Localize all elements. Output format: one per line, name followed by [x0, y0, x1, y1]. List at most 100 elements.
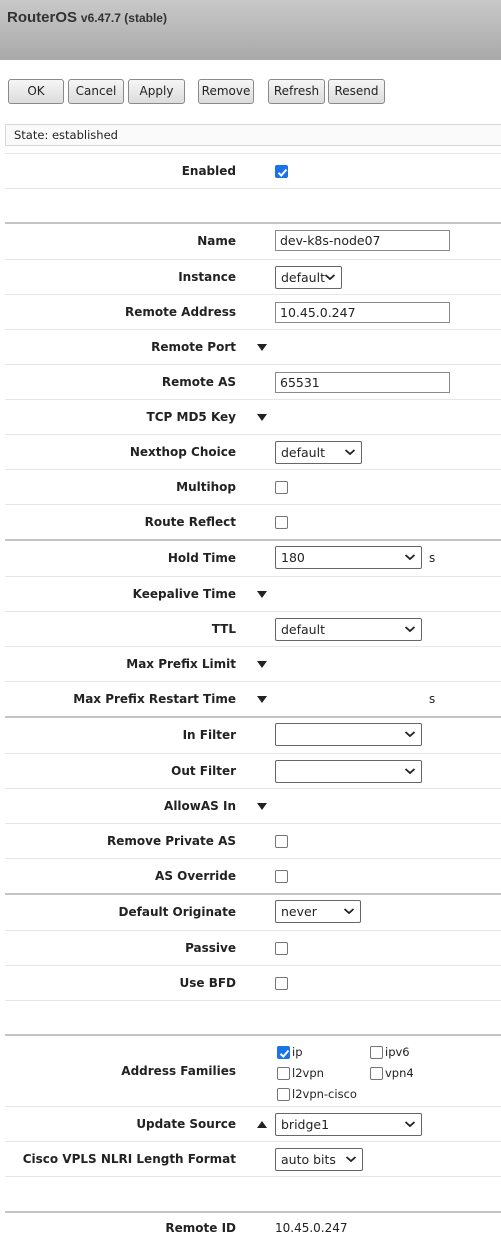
cisco-vpls-label: Cisco VPLS NLRI Length Format [22, 1152, 236, 1166]
af-vpn4-label: vpn4 [385, 1066, 414, 1080]
remove-button[interactable]: Remove [198, 79, 254, 104]
max-prefix-restart-time-label: Max Prefix Restart Time [73, 692, 236, 706]
row-remove-private-as: Remove Private AS [5, 823, 501, 858]
hold-time-unit: s [429, 550, 436, 565]
expand-triangle-icon[interactable] [257, 660, 267, 668]
chevron-down-icon [404, 554, 416, 561]
remove-private-as-checkbox[interactable] [275, 834, 288, 848]
af-option-l2vpn[interactable]: l2vpn [277, 1066, 324, 1080]
chevron-down-icon [344, 448, 356, 455]
expand-triangle-icon[interactable] [257, 413, 267, 421]
row-remote-address: Remote Address 10.45.0.247 [5, 294, 501, 329]
out-filter-label: Out Filter [171, 764, 236, 778]
multihop-label: Multihop [176, 480, 236, 494]
ttl-label: TTL [211, 622, 236, 636]
af-ip-checkbox[interactable] [277, 1045, 290, 1059]
af-l2vpn-cisco-checkbox[interactable] [277, 1087, 290, 1101]
name-label: Name [197, 233, 236, 248]
af-ipv6-checkbox[interactable] [370, 1045, 383, 1059]
af-option-ipv6[interactable]: ipv6 [370, 1045, 410, 1059]
row-in-filter: In Filter [5, 716, 501, 751]
instance-label: Instance [178, 270, 236, 284]
in-filter-label: In Filter [182, 727, 236, 742]
af-l2vpn-cisco-label: l2vpn-cisco [292, 1087, 357, 1101]
af-option-l2vpn-cisco[interactable]: l2vpn-cisco [277, 1087, 357, 1101]
remote-address-label: Remote Address [125, 305, 236, 319]
chevron-down-icon [324, 273, 336, 280]
af-vpn4-checkbox[interactable] [370, 1066, 383, 1080]
af-l2vpn-label: l2vpn [292, 1066, 324, 1080]
ttl-select[interactable]: default [275, 617, 422, 641]
remote-id-value: 10.45.0.247 [275, 1221, 348, 1235]
app-title: RouterOS v6.47.7 (stable) [7, 9, 167, 26]
default-originate-value: never [281, 904, 317, 919]
keepalive-time-label: Keepalive Time [132, 587, 236, 601]
route-reflect-label: Route Reflect [144, 515, 236, 529]
chevron-down-icon [404, 625, 416, 632]
expand-triangle-icon[interactable] [257, 343, 267, 351]
max-prefix-limit-label: Max Prefix Limit [126, 657, 236, 671]
ok-button[interactable]: OK [8, 79, 64, 104]
row-remote-as: Remote AS 65531 [5, 364, 501, 399]
row-cisco-vpls: Cisco VPLS NLRI Length Format auto bits [5, 1141, 501, 1176]
collapse-triangle-icon[interactable] [257, 1120, 267, 1128]
address-families-label: Address Families [121, 1064, 236, 1078]
expand-triangle-icon[interactable] [257, 802, 267, 810]
row-out-filter: Out Filter [5, 753, 501, 788]
row-max-prefix-limit: Max Prefix Limit [5, 646, 501, 681]
update-source-label: Update Source [136, 1117, 236, 1131]
remote-port-label: Remote Port [151, 340, 236, 354]
row-spacer [5, 1176, 501, 1211]
af-l2vpn-checkbox[interactable] [277, 1066, 290, 1080]
row-ttl: TTL default [5, 611, 501, 646]
row-as-override: AS Override [5, 858, 501, 893]
row-route-reflect: Route Reflect [5, 504, 501, 539]
hold-time-value: 180 [281, 550, 305, 565]
ttl-value: default [281, 621, 325, 637]
row-spacer [5, 188, 501, 223]
update-source-value: bridge1 [281, 1116, 330, 1132]
af-option-vpn4[interactable]: vpn4 [370, 1066, 414, 1080]
passive-checkbox[interactable] [275, 941, 288, 955]
row-keepalive-time: Keepalive Time [5, 576, 501, 611]
brand-name: RouterOS [7, 9, 78, 26]
as-override-checkbox[interactable] [275, 869, 288, 883]
name-input[interactable]: dev-k8s-node07 [275, 230, 450, 251]
app-header: RouterOS v6.47.7 (stable) [0, 0, 501, 60]
nexthop-choice-select[interactable]: default [275, 440, 362, 464]
route-reflect-checkbox[interactable] [275, 515, 288, 529]
out-filter-select[interactable] [275, 759, 422, 783]
remote-id-label: Remote ID [165, 1221, 236, 1235]
instance-value: default [281, 269, 325, 285]
hold-time-select[interactable]: 180 [275, 546, 422, 569]
cisco-vpls-select[interactable]: auto bits [275, 1147, 363, 1171]
expand-triangle-icon[interactable] [257, 695, 267, 703]
use-bfd-checkbox[interactable] [275, 976, 288, 990]
row-multihop: Multihop [5, 469, 501, 504]
instance-select[interactable]: default [275, 265, 342, 289]
resend-button[interactable]: Resend [328, 79, 385, 104]
tcp-md5-key-label: TCP MD5 Key [146, 410, 236, 424]
row-remote-id: Remote ID 10.45.0.247 [5, 1211, 501, 1243]
chevron-down-icon [404, 731, 416, 738]
refresh-button[interactable]: Refresh [268, 79, 325, 104]
cancel-button[interactable]: Cancel [68, 79, 124, 104]
af-ip-label: ip [292, 1045, 303, 1059]
in-filter-select[interactable] [275, 723, 422, 746]
row-max-prefix-restart-time: Max Prefix Restart Time s [5, 681, 501, 716]
apply-button[interactable]: Apply [128, 79, 185, 104]
chevron-down-icon [345, 1155, 357, 1162]
as-override-label: AS Override [155, 869, 236, 883]
multihop-checkbox[interactable] [275, 480, 288, 494]
status-bar: State: established [5, 124, 501, 146]
allowas-in-label: AllowAS In [164, 799, 236, 813]
toolbar: OK Cancel Apply Remove Refresh Resend [0, 60, 501, 124]
af-option-ip[interactable]: ip [277, 1045, 303, 1059]
enabled-checkbox[interactable] [275, 164, 288, 178]
update-source-select[interactable]: bridge1 [275, 1112, 422, 1136]
remote-address-input[interactable]: 10.45.0.247 [275, 301, 450, 323]
enabled-label: Enabled [181, 164, 236, 178]
default-originate-select[interactable]: never [275, 900, 361, 923]
expand-triangle-icon[interactable] [257, 590, 267, 598]
remote-as-input[interactable]: 65531 [275, 371, 450, 393]
